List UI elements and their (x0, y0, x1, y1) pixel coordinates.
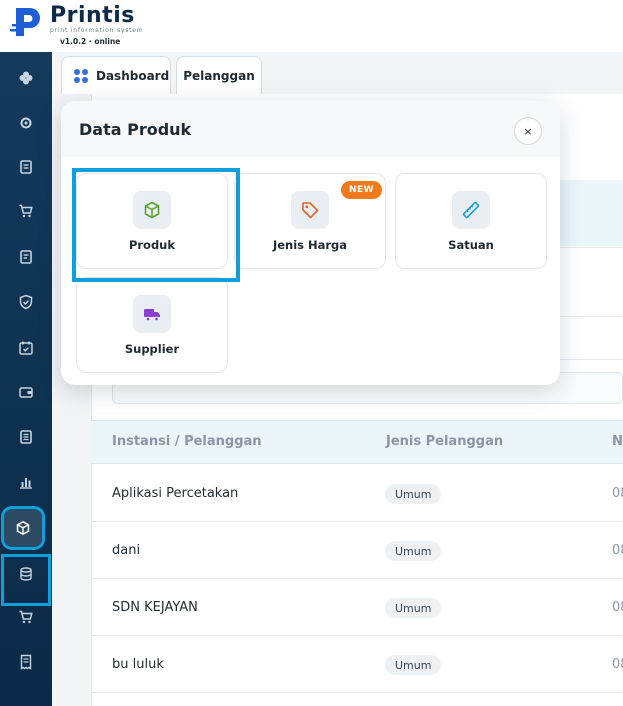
app-version: v1.0.2 · online (60, 37, 121, 46)
customer-type-badge: Umum (385, 598, 442, 618)
tile-label: Supplier (124, 342, 180, 356)
popup-title: Data Produk (79, 120, 192, 139)
new-badge: NEW (341, 181, 383, 199)
customer-name: bu luluk (112, 657, 164, 672)
shield-check-icon (19, 294, 33, 310)
close-button[interactable]: × (514, 117, 542, 145)
sidebar-item-security[interactable] (8, 284, 44, 320)
sidebar-item-document[interactable] (8, 149, 44, 185)
list-icon (20, 250, 32, 264)
customer-number: 08 (612, 600, 623, 615)
sidebar-item-purchase[interactable] (8, 599, 44, 635)
tab-pelanggan[interactable]: Pelanggan (176, 56, 262, 94)
table-row[interactable] (91, 636, 623, 693)
tab-pelanggan-label: Pelanggan (183, 68, 255, 83)
report-icon (20, 430, 32, 444)
column-header-jenis[interactable]: Jenis Pelanggan (386, 434, 503, 449)
sidebar-item-database[interactable] (8, 556, 44, 592)
customer-number: 08 (612, 543, 623, 558)
box-icon (16, 520, 30, 536)
brand-tagline: print information system (50, 27, 144, 34)
table-row[interactable] (91, 522, 623, 579)
sidebar-item-cart[interactable] (8, 193, 44, 229)
sidebar-item-settings[interactable] (8, 105, 44, 141)
document-icon (20, 160, 32, 174)
tile-icon-bg (133, 295, 171, 333)
customer-type-badge: Umum (385, 541, 442, 561)
sidebar-item-chart[interactable] (8, 464, 44, 500)
sidebar-item-flower[interactable] (8, 60, 44, 96)
tile-satuan[interactable]: Satuan (395, 173, 547, 269)
tab-dashboard[interactable]: Dashboard (61, 56, 171, 94)
sidebar-item-report[interactable] (8, 419, 44, 455)
column-header-n[interactable]: N (612, 434, 623, 449)
sidebar-item-schedule[interactable] (8, 330, 44, 366)
tab-dashboard-label: Dashboard (96, 68, 170, 83)
customer-number: 08 (612, 657, 623, 672)
receipt-icon (20, 654, 32, 670)
price-tag-icon (302, 202, 319, 219)
sidebar (0, 52, 52, 706)
close-icon: × (523, 124, 533, 138)
tile-icon-bg (291, 191, 329, 229)
customer-name: SDN KEJAYAN (112, 600, 198, 615)
grid-dots-icon (74, 68, 88, 83)
customer-number: 08 (612, 486, 623, 501)
gear-icon (20, 117, 32, 129)
selected-tile-highlight (72, 168, 240, 282)
calendar-check-icon (19, 341, 33, 355)
truck-icon (144, 309, 160, 322)
customer-type-badge: Umum (385, 484, 442, 504)
flower-icon (19, 71, 33, 85)
column-header-instansi[interactable]: Instansi / Pelanggan (112, 434, 262, 449)
customer-name: dani (112, 543, 141, 558)
sidebar-item-list[interactable] (8, 239, 44, 275)
wallet-icon (19, 387, 33, 398)
sidebar-item-receipt[interactable] (8, 644, 44, 680)
tile-supplier[interactable]: Supplier (76, 277, 228, 373)
printis-logo-icon (10, 8, 40, 36)
customer-name: Aplikasi Percetakan (112, 486, 239, 501)
brand-bar: Printis print information system v1.0.2 … (0, 0, 623, 52)
database-icon (20, 567, 32, 581)
tile-label: Jenis Harga (272, 238, 348, 252)
tile-icon-bg (452, 191, 490, 229)
cart-icon (19, 610, 33, 624)
tile-label: Satuan (448, 238, 494, 252)
sidebar-item-products[interactable] (1, 506, 45, 550)
brand-name: Printis (50, 3, 135, 28)
bar-chart-icon (20, 478, 32, 489)
ruler-icon (462, 201, 480, 219)
cart-icon (19, 204, 33, 218)
customer-type-badge: Umum (385, 655, 442, 675)
sidebar-item-wallet[interactable] (8, 374, 44, 410)
